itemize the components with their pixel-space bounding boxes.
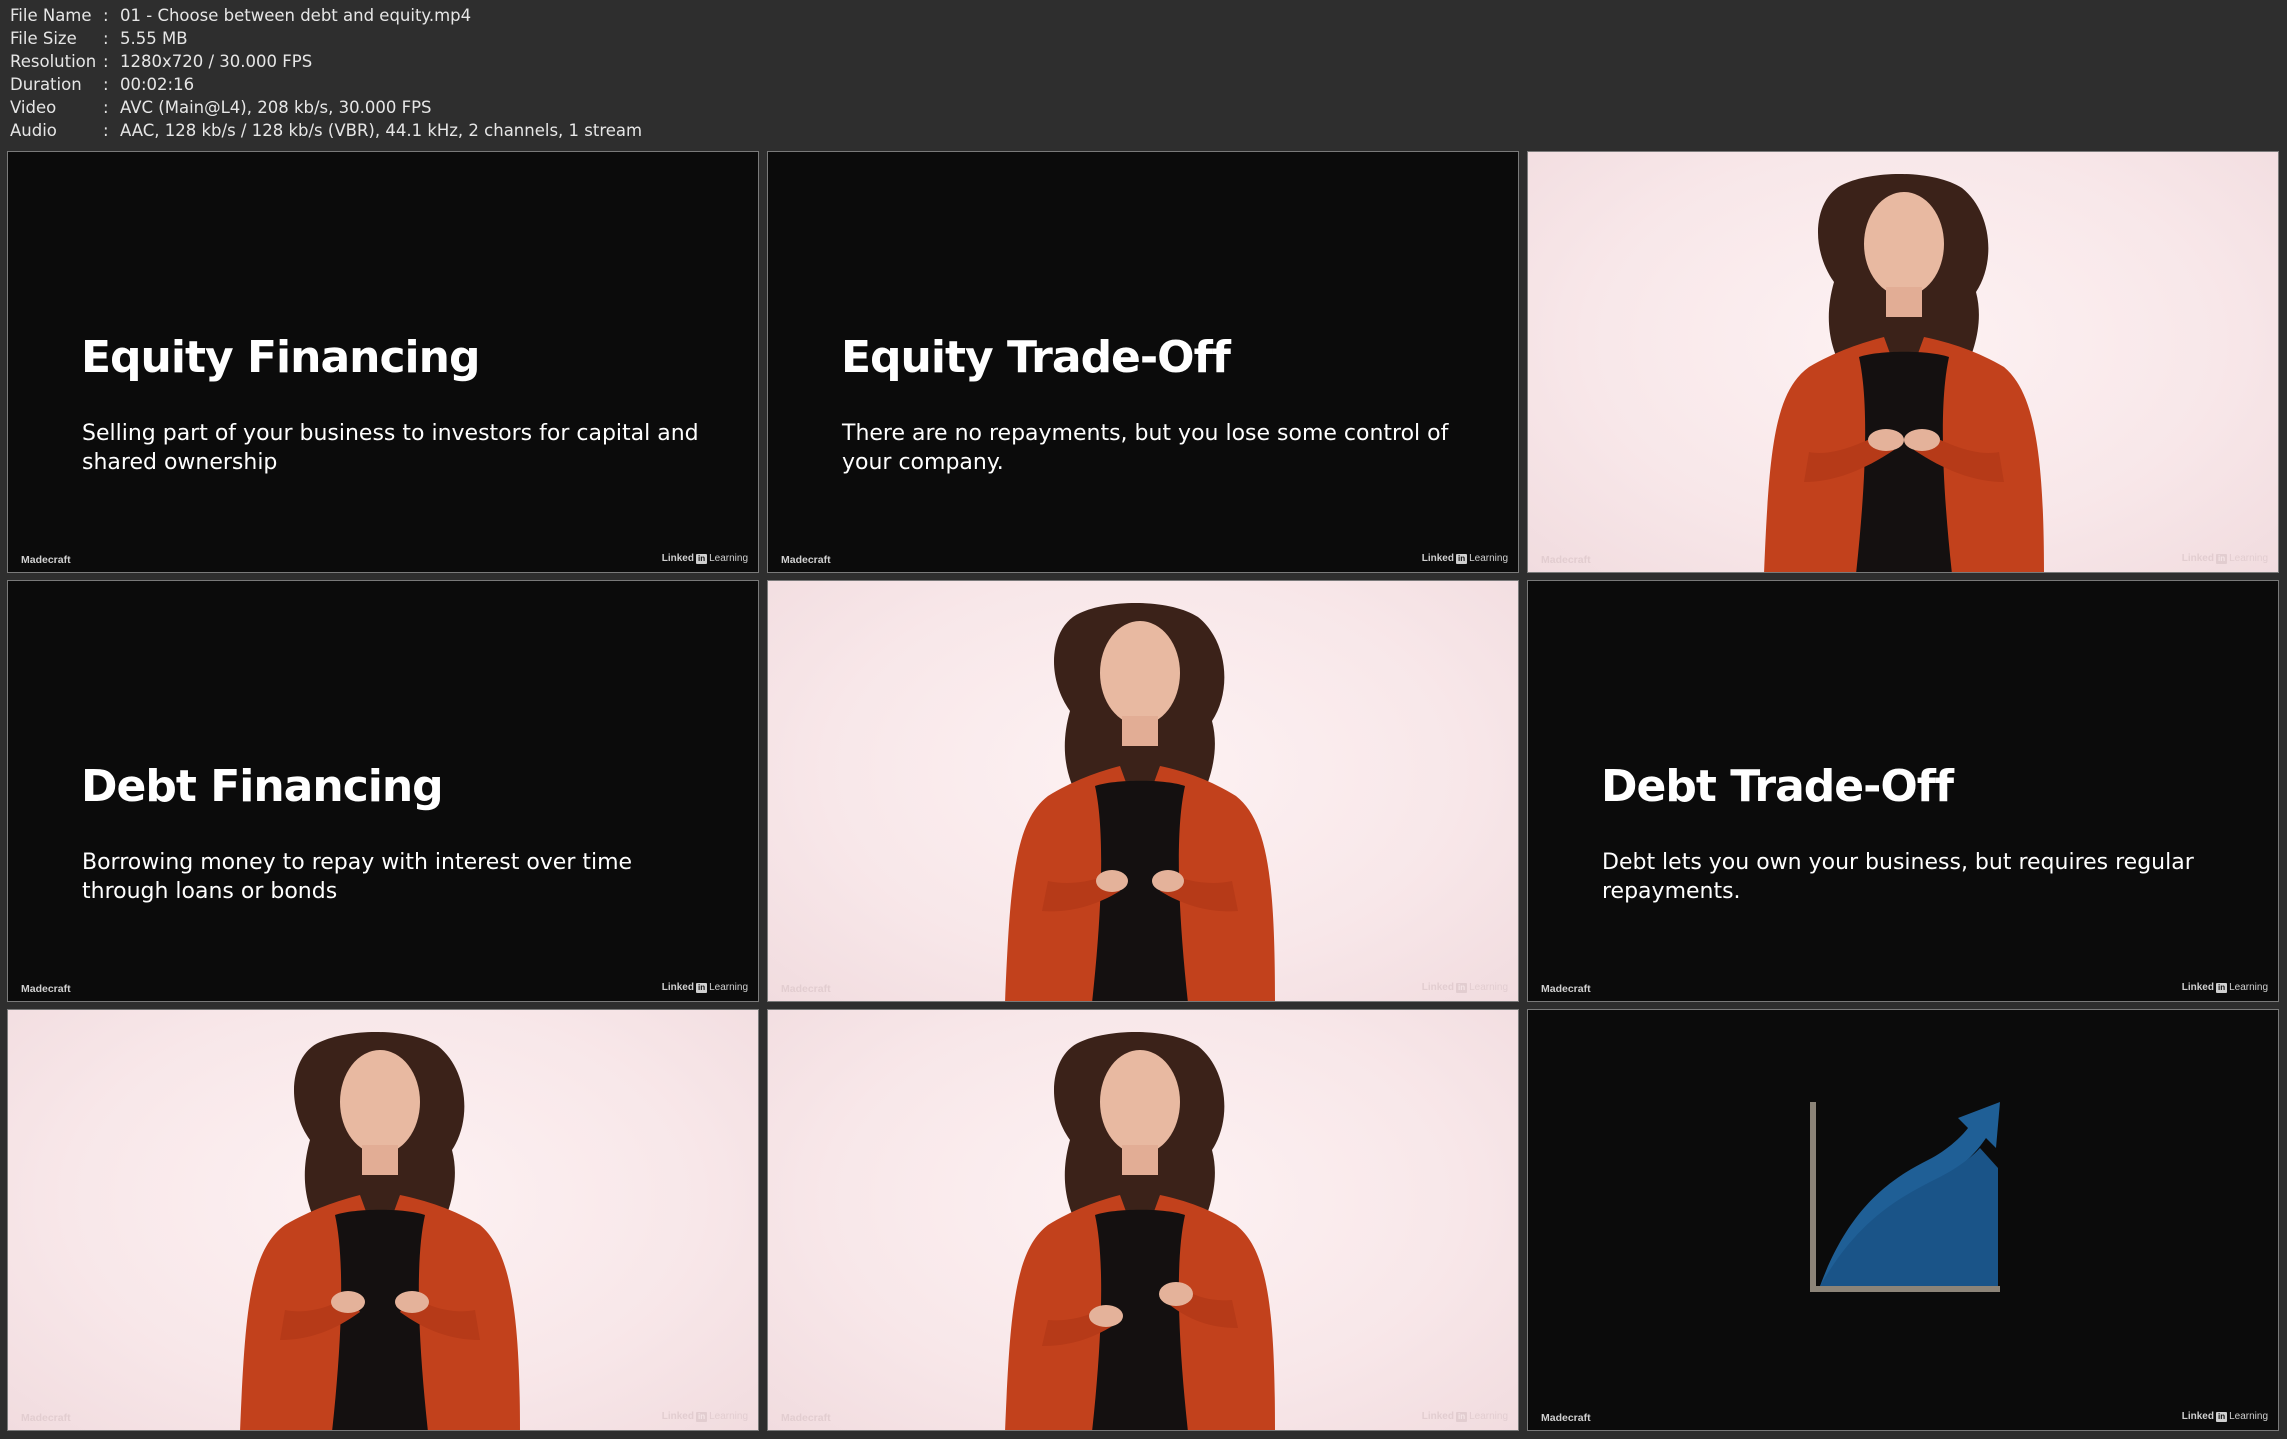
madecraft-watermark: Madecraft [21, 554, 71, 566]
logo-suffix: Learning [709, 553, 748, 564]
madecraft-watermark: Madecraft [21, 1412, 71, 1424]
thumbnail-5[interactable]: Madecraft Linked in Learning [767, 580, 1519, 1002]
logo-brand: Linked [661, 1411, 694, 1422]
media-info-header: File Name : 01 - Choose between debt and… [10, 4, 1010, 146]
madecraft-watermark: Madecraft [1541, 554, 1591, 566]
logo-suffix: Learning [1469, 982, 1508, 993]
info-value: 00:02:16 [120, 75, 195, 94]
logo-brand: Linked [2181, 982, 2214, 993]
slide-title: Debt Trade-Off [1601, 761, 1954, 812]
linkedin-learning-logo: Linked in Learning [1422, 553, 1508, 564]
linkedin-in-icon: in [2215, 1411, 2228, 1422]
logo-brand: Linked [2181, 1411, 2214, 1422]
logo-brand: Linked [1421, 553, 1454, 564]
info-value: AAC, 128 kb/s / 128 kb/s (VBR), 44.1 kHz… [120, 121, 643, 140]
linkedin-learning-logo: Linked in Learning [662, 553, 748, 564]
info-row-duration: Duration : 00:02:16 [10, 73, 1010, 96]
linkedin-in-icon: in [695, 982, 708, 993]
presenter-image [240, 1031, 520, 1430]
logo-brand: Linked [661, 553, 694, 564]
contact-sheet: File Name : 01 - Choose between debt and… [0, 0, 2287, 1439]
info-separator: : [103, 121, 109, 140]
info-separator: : [103, 52, 109, 71]
info-separator: : [103, 29, 109, 48]
logo-brand: Linked [661, 982, 694, 993]
thumbnail-8[interactable]: Madecraft Linked in Learning [767, 1009, 1519, 1431]
linkedin-learning-logo: Linked in Learning [662, 1411, 748, 1422]
logo-suffix: Learning [2229, 982, 2268, 993]
info-key: File Name [10, 6, 92, 25]
info-row-resolution: Resolution : 1280x720 / 30.000 FPS [10, 50, 1010, 73]
thumbnail-4[interactable]: Debt Financing Borrowing money to repay … [7, 580, 759, 1002]
info-key: Video [10, 98, 57, 117]
linkedin-in-icon: in [2215, 553, 2228, 564]
madecraft-watermark: Madecraft [781, 1412, 831, 1424]
info-value: 1280x720 / 30.000 FPS [120, 52, 313, 71]
linkedin-learning-logo: Linked in Learning [2182, 553, 2268, 564]
linkedin-in-icon: in [1455, 553, 1468, 564]
madecraft-watermark: Madecraft [1541, 983, 1591, 995]
logo-brand: Linked [1421, 982, 1454, 993]
slide-title: Debt Financing [81, 761, 444, 812]
presenter-image [1005, 602, 1275, 1001]
info-row-file-name: File Name : 01 - Choose between debt and… [10, 4, 1010, 27]
info-value: 5.55 MB [120, 29, 188, 48]
logo-brand: Linked [2181, 553, 2214, 564]
linkedin-learning-logo: Linked in Learning [662, 982, 748, 993]
slide-title: Equity Financing [81, 332, 480, 383]
madecraft-watermark: Madecraft [21, 983, 71, 995]
presenter-image [1005, 1031, 1275, 1430]
thumbnail-3[interactable]: Madecraft Linked in Learning [1527, 151, 2279, 573]
info-key: File Size [10, 29, 77, 48]
madecraft-watermark: Madecraft [781, 554, 831, 566]
slide-body: Borrowing money to repay with interest o… [82, 850, 633, 904]
slide-body: Debt lets you own your business, but req… [1602, 850, 2194, 904]
linkedin-in-icon: in [2215, 982, 2228, 993]
info-separator: : [103, 98, 109, 117]
slide-body: Selling part of your business to investo… [82, 421, 699, 475]
logo-suffix: Learning [2229, 553, 2268, 564]
logo-suffix: Learning [709, 1411, 748, 1422]
slide-body: There are no repayments, but you lose so… [842, 421, 1449, 475]
info-row-video: Video : AVC (Main@L4), 208 kb/s, 30.000 … [10, 96, 1010, 119]
info-key: Duration [10, 75, 82, 94]
linkedin-in-icon: in [695, 1411, 708, 1422]
growth-chart-icon [1810, 1102, 2000, 1292]
info-row-file-size: File Size : 5.55 MB [10, 27, 1010, 50]
info-value: 01 - Choose between debt and equity.mp4 [120, 6, 472, 25]
linkedin-learning-logo: Linked in Learning [1422, 982, 1508, 993]
linkedin-in-icon: in [1455, 982, 1468, 993]
logo-suffix: Learning [709, 982, 748, 993]
presenter-image [1764, 173, 2044, 572]
info-row-audio: Audio : AAC, 128 kb/s / 128 kb/s (VBR), … [10, 119, 1010, 142]
slide-title: Equity Trade-Off [841, 332, 1231, 383]
thumbnail-6[interactable]: Debt Trade-Off Debt lets you own your bu… [1527, 580, 2279, 1002]
info-value: AVC (Main@L4), 208 kb/s, 30.000 FPS [120, 98, 432, 117]
logo-suffix: Learning [1469, 1411, 1508, 1422]
madecraft-watermark: Madecraft [781, 983, 831, 995]
linkedin-learning-logo: Linked in Learning [1422, 1411, 1508, 1422]
linkedin-learning-logo: Linked in Learning [2182, 982, 2268, 993]
info-separator: : [103, 6, 109, 25]
logo-suffix: Learning [1469, 553, 1508, 564]
thumbnail-7[interactable]: Madecraft Linked in Learning [7, 1009, 759, 1431]
thumbnail-2[interactable]: Equity Trade-Off There are no repayments… [767, 151, 1519, 573]
madecraft-watermark: Madecraft [1541, 1412, 1591, 1424]
logo-suffix: Learning [2229, 1411, 2268, 1422]
linkedin-in-icon: in [695, 553, 708, 564]
info-separator: : [103, 75, 109, 94]
info-key: Resolution [10, 52, 97, 71]
info-key: Audio [10, 121, 57, 140]
logo-brand: Linked [1421, 1411, 1454, 1422]
linkedin-in-icon: in [1455, 1411, 1468, 1422]
thumbnail-1[interactable]: Equity Financing Selling part of your bu… [7, 151, 759, 573]
thumbnail-9[interactable]: Madecraft Linked in Learning [1527, 1009, 2279, 1431]
linkedin-learning-logo: Linked in Learning [2182, 1411, 2268, 1422]
